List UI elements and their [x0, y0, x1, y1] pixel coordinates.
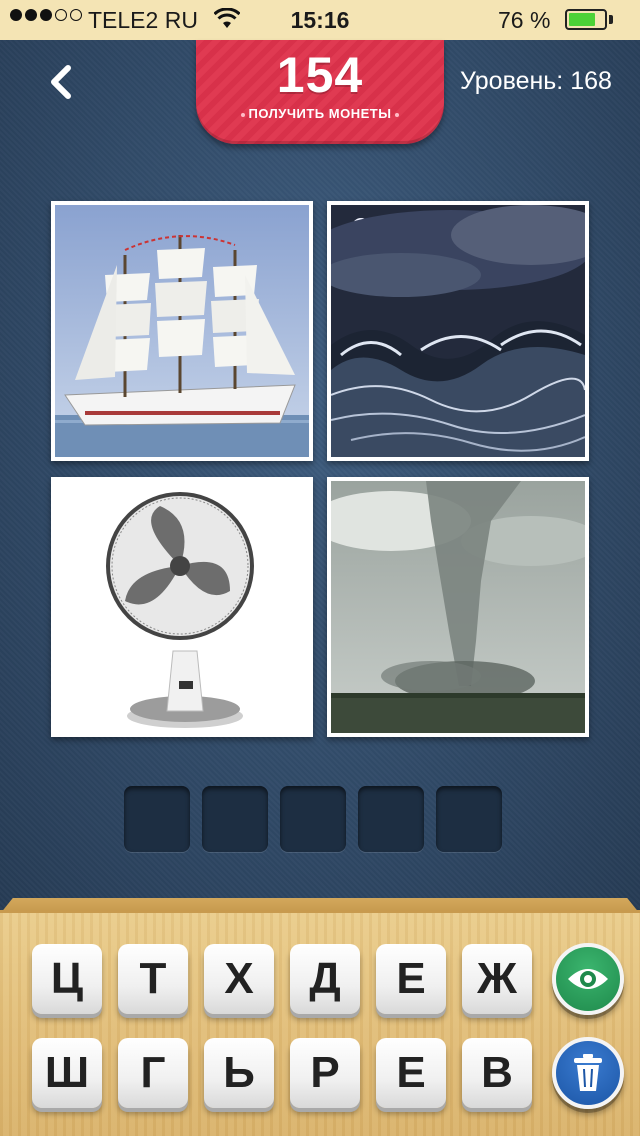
letter-key[interactable]: Е: [376, 1038, 446, 1108]
letter-key[interactable]: Т: [118, 944, 188, 1014]
picture-electric-fan[interactable]: [51, 477, 313, 737]
battery-percentage: 76 %: [498, 7, 551, 33]
level-label: Уровень: 168: [460, 67, 612, 95]
reveal-hint-button[interactable]: [552, 943, 624, 1015]
get-coins-label: ПОЛУЧИТЬ МОНЕТЫ: [248, 106, 392, 121]
eye-icon: [568, 969, 608, 989]
answer-slot[interactable]: [202, 786, 268, 852]
answer-slot[interactable]: [436, 786, 502, 852]
remove-letters-button[interactable]: [552, 1037, 624, 1109]
trash-icon: [574, 1054, 602, 1091]
answer-slots: [124, 786, 502, 852]
letter-key[interactable]: Х: [204, 944, 274, 1014]
letter-key[interactable]: Е: [376, 944, 446, 1014]
letter-key[interactable]: В: [462, 1038, 532, 1108]
picture-sailing-ship[interactable]: [51, 201, 313, 461]
coins-count: 154: [276, 47, 364, 103]
back-button[interactable]: [44, 62, 78, 102]
letter-key[interactable]: Ж: [462, 944, 532, 1014]
answer-slot[interactable]: [280, 786, 346, 852]
letter-key[interactable]: Ц: [32, 944, 102, 1014]
letter-key[interactable]: Ь: [204, 1038, 274, 1108]
answer-slot[interactable]: [124, 786, 190, 852]
picture-tornado[interactable]: [327, 477, 589, 737]
status-bar: TELE2 RU 15:16 76 %: [0, 0, 640, 40]
letter-key[interactable]: Р: [290, 1038, 360, 1108]
letter-key[interactable]: Д: [290, 944, 360, 1014]
answer-slot[interactable]: [358, 786, 424, 852]
picture-stormy-sea[interactable]: [327, 201, 589, 461]
get-coins-button[interactable]: 154 ПОЛУЧИТЬ МОНЕТЫ: [196, 40, 444, 144]
battery-icon: [565, 9, 607, 30]
letter-key[interactable]: Ш: [32, 1038, 102, 1108]
letter-key[interactable]: Г: [118, 1038, 188, 1108]
